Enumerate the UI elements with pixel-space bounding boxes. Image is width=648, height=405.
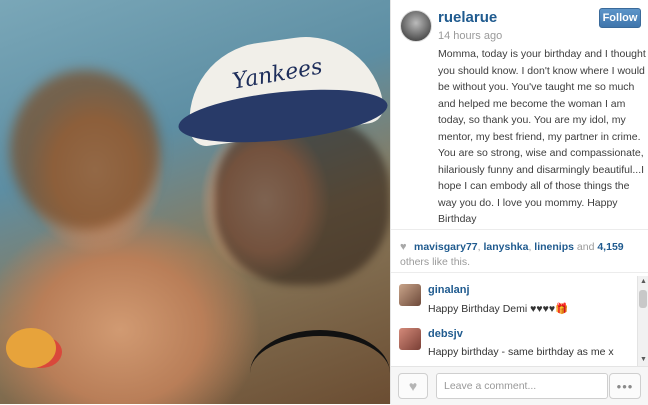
heart-icon: ♥ (408, 378, 418, 394)
likes-count[interactable]: 4,159 (597, 241, 623, 253)
scroll-thumb[interactable] (639, 290, 647, 308)
author-username[interactable]: ruelarue (438, 9, 497, 26)
liker-link[interactable]: linenips (534, 241, 574, 253)
divider (391, 272, 648, 273)
post-detail-panel: ruelarue 14 hours ago Follow Momma, toda… (390, 0, 648, 405)
follow-button[interactable]: Follow (599, 8, 641, 28)
comment-text: Happy Birthday Demi ♥♥♥♥🎁 (428, 303, 569, 315)
commenter-username[interactable]: debsjv (428, 328, 463, 340)
likes-and-text: and (576, 241, 595, 253)
author-avatar[interactable] (400, 10, 432, 42)
heart-icon: ♥ (400, 241, 407, 253)
commenter-avatar[interactable] (399, 328, 421, 350)
post-photo: Yankees (0, 0, 390, 404)
photo-detail-toy (6, 328, 56, 368)
comment-item: debsjv Happy birthday - same birthday as… (397, 320, 633, 360)
comment-item: ginalanj Happy Birthday Demi ♥♥♥♥🎁 (397, 276, 633, 316)
comment-text: Happy birthday - same birthday as me x (428, 346, 614, 358)
liker-link[interactable]: lanyshka (483, 241, 528, 253)
photo-detail-child-hair (10, 70, 160, 230)
likes-summary: ♥ mavisgary77, lanyshka, linenips and 4,1… (400, 241, 624, 268)
chevron-down-icon[interactable]: ▼ (638, 354, 648, 366)
ellipsis-icon: ••• (616, 378, 634, 394)
likes-suffix: others like this. (400, 256, 471, 268)
comment-footer: ♥ ••• (391, 366, 648, 405)
comments-scrollbar[interactable]: ▲ ▼ (637, 276, 648, 366)
post-caption: Momma, today is your birthday and I thou… (438, 48, 646, 225)
chevron-up-icon[interactable]: ▲ (638, 276, 648, 288)
like-button[interactable]: ♥ (398, 373, 428, 399)
commenter-avatar[interactable] (399, 284, 421, 306)
comments-list: ginalanj Happy Birthday Demi ♥♥♥♥🎁 debsj… (391, 276, 637, 366)
comment-input[interactable] (436, 373, 608, 399)
divider (391, 229, 648, 230)
more-options-button[interactable]: ••• (609, 373, 641, 399)
liker-link[interactable]: mavisgary77 (414, 241, 478, 253)
commenter-username[interactable]: ginalanj (428, 284, 470, 296)
photo-detail-swimsuit (250, 330, 390, 404)
post-timestamp[interactable]: 14 hours ago (438, 30, 502, 42)
